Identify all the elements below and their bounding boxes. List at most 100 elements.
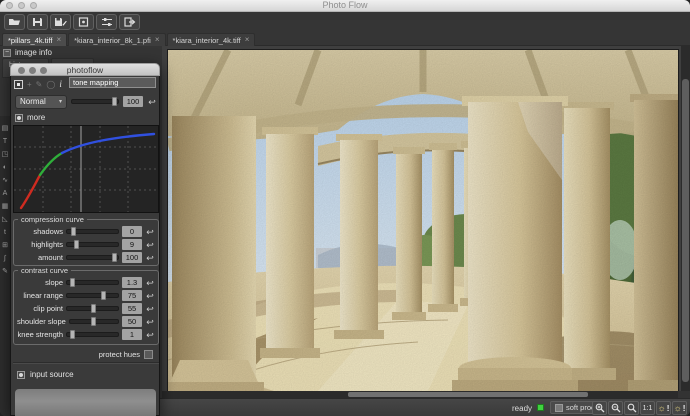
vertical-scrollbar-handle[interactable] [682,79,689,382]
window-titlebar: Photo Flow [0,0,690,12]
shadow-warning-button[interactable]: ☼ ! [672,401,687,415]
edit-icon[interactable]: ✎ [36,80,43,89]
tool-icon[interactable]: ▤ [2,124,9,133]
slider-handle[interactable] [112,253,117,262]
slider-handle[interactable] [70,278,75,287]
slider-handle[interactable] [74,240,79,249]
tool-icon[interactable]: t [4,228,6,237]
tool-icon[interactable]: ✎ [2,267,8,276]
slider-undo[interactable]: ↩ [145,278,155,288]
tab-close-icon[interactable]: × [245,36,250,44]
slider-value[interactable]: 100 [122,252,142,263]
dialog-titlebar[interactable]: photoflow [10,63,160,76]
dialog-close-icon[interactable] [18,67,25,74]
save-button[interactable] [27,14,48,30]
slider-value[interactable]: 1.3 [122,277,142,288]
maximize-window-icon[interactable] [30,2,37,9]
soft-proof-checkbox[interactable] [555,404,563,412]
tool-icon[interactable]: ▦ [2,202,9,211]
close-window-icon[interactable] [6,2,13,9]
more-expander-icon[interactable] [15,114,23,122]
highlight-warning-button[interactable]: ☼ ! [656,401,671,415]
tone-curve-editor[interactable] [13,125,159,213]
slider-undo[interactable]: ↩ [145,304,155,314]
slider-track[interactable] [66,306,119,311]
slider-value[interactable]: 50 [122,316,142,327]
vertical-scrollbar[interactable] [681,46,690,391]
slider-undo[interactable]: ↩ [145,317,155,327]
tab-kiara-interior-8k[interactable]: *kiara_interior_8k_1.pfi × [68,33,165,46]
zoom-out-button[interactable] [608,401,623,415]
tool-icon[interactable]: ◺ [2,215,7,224]
layer-enabled-icon[interactable] [14,80,23,89]
tool-icon[interactable]: A [3,189,8,198]
tool-icon[interactable]: ◳ [2,150,9,159]
collapse-icon[interactable]: − [3,49,11,57]
export-exit-button[interactable] [119,14,140,30]
save-as-button[interactable] [50,14,71,30]
protect-hues-toggle[interactable]: protect hues [99,350,153,359]
tool-icon[interactable]: ∫ [4,254,6,263]
tool-icon[interactable]: ∿ [2,176,8,185]
slider-undo[interactable]: ↩ [145,253,155,263]
slider-track[interactable] [66,242,119,247]
slider-track[interactable] [69,319,119,324]
slider-handle[interactable] [70,330,75,339]
slider-track[interactable] [66,293,119,298]
tab-kiara-interior-4k[interactable]: *kiara_interior_4k.tiff × [167,33,256,46]
undo-icon[interactable]: ↩ [147,97,157,107]
zoom-fit-button[interactable] [624,401,639,415]
preferences-icon [101,17,113,27]
input-source-expander-icon[interactable] [17,371,25,379]
dialog-maximize-icon[interactable] [40,67,47,74]
slider-value[interactable]: 55 [122,303,142,314]
slider-label: slope [17,278,63,287]
slider-handle[interactable] [91,317,96,326]
divider [13,362,159,364]
opacity-slider[interactable] [71,99,119,104]
tool-icon[interactable]: ◐ [3,163,7,172]
layer-name-input[interactable]: tone mapping [69,77,156,88]
zoom-100-button[interactable]: 1:1 [640,401,655,415]
horizontal-scrollbar[interactable] [162,391,678,398]
export-image-button[interactable] [73,14,94,30]
minimize-window-icon[interactable] [18,2,25,9]
slider-track[interactable] [66,255,119,260]
slider-undo[interactable]: ↩ [145,240,155,250]
tab-close-icon[interactable]: × [56,36,61,44]
opacity-value[interactable]: 100 [123,96,143,107]
slider-handle[interactable] [71,227,76,236]
slider-value[interactable]: 75 [122,290,142,301]
slider-value[interactable]: 1 [122,329,142,340]
opacity-slider-handle[interactable] [112,97,117,106]
protect-hues-checkbox[interactable] [144,350,153,359]
slider-undo[interactable]: ↩ [145,291,155,301]
slider-track[interactable] [66,229,119,234]
input-source-toggle[interactable]: input source [17,370,74,379]
blend-mode-select[interactable]: Normal ▾ [15,95,67,109]
slider-undo[interactable]: ↩ [145,330,155,340]
image-info-header[interactable]: − image info [3,48,52,57]
slider-value[interactable]: 9 [122,239,142,250]
slider-value[interactable]: 0 [122,226,142,237]
reset-icon[interactable]: ◯ [46,80,55,89]
tool-icon[interactable]: T [3,137,7,146]
tab-pillars-4k[interactable]: *pillars_4k.tiff × [2,33,67,46]
slider-handle[interactable] [91,304,96,313]
slider-undo[interactable]: ↩ [145,227,155,237]
move-icon[interactable]: + [27,80,32,89]
slider-handle[interactable] [101,291,106,300]
more-toggle[interactable]: more [15,113,45,122]
slider-track[interactable] [66,280,119,285]
window-title: Photo Flow [0,0,690,11]
tab-close-icon[interactable]: × [155,36,160,44]
open-file-button[interactable] [4,14,25,30]
zoom-in-button[interactable] [592,401,607,415]
preferences-button[interactable] [96,14,117,30]
info-icon[interactable]: i [59,80,62,89]
photo-canvas[interactable] [168,50,678,391]
dialog-minimize-icon[interactable] [29,67,36,74]
horizontal-scrollbar-handle[interactable] [348,392,588,397]
tool-icon[interactable]: ⊞ [2,241,8,250]
slider-track[interactable] [66,332,119,337]
